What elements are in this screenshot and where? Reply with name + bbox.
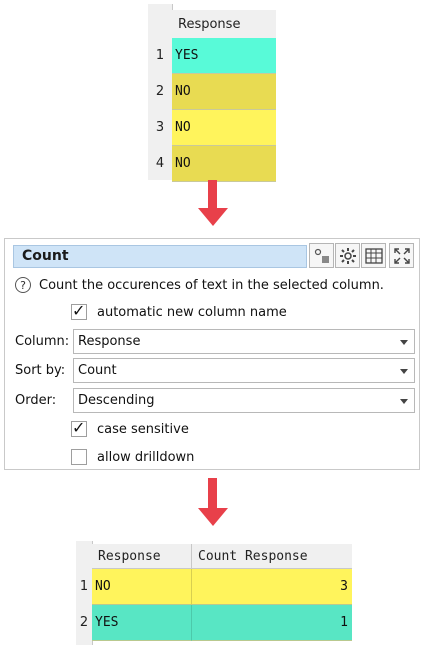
allow-drilldown-label: allow drilldown (97, 450, 195, 465)
help-text: Count the occurences of text in the sele… (39, 278, 384, 293)
table-cell-response[interactable]: NO (92, 569, 192, 605)
pin-button[interactable] (309, 243, 334, 268)
row-number: 2 (155, 84, 165, 99)
gear-icon (339, 247, 356, 264)
chevron-down-icon (400, 399, 408, 404)
auto-name-checkbox[interactable]: ✓ (71, 301, 87, 320)
table-cell-count[interactable]: 1 (192, 605, 352, 641)
panel-title: Count (22, 248, 69, 264)
table-cell-response[interactable]: YES (92, 605, 192, 641)
help-icon[interactable]: ? (15, 277, 31, 293)
input-table: Response 1 YES 2 NO 3 NO 4 NO (148, 4, 276, 182)
order-dropdown[interactable]: Descending (73, 388, 415, 413)
column-label: Column: (15, 334, 70, 349)
order-label: Order: (15, 393, 57, 408)
row-number: 3 (155, 120, 165, 135)
sortby-dropdown[interactable]: Count (73, 358, 415, 383)
pin-icon (314, 248, 329, 263)
chevron-down-icon (400, 340, 408, 345)
allow-drilldown-checkbox[interactable] (71, 449, 87, 465)
input-column-header[interactable]: Response (172, 10, 276, 40)
row-number: 1 (155, 48, 165, 63)
checkmark-icon: ✓ (72, 301, 86, 320)
order-value: Descending (78, 393, 155, 408)
column-dropdown[interactable]: Response (73, 329, 415, 354)
table-view-button[interactable] (361, 243, 386, 268)
row-number: 4 (155, 156, 165, 171)
table-row[interactable]: NO (172, 110, 276, 146)
sortby-value: Count (78, 363, 117, 378)
settings-button[interactable] (335, 243, 360, 268)
table-row[interactable]: NO (172, 74, 276, 110)
output-table: Response Count Response 1 NO 3 2 YES 1 (76, 541, 352, 645)
count-transform-panel: Count ? Count the occurences of text in … (4, 238, 420, 470)
table-cell-count[interactable]: 3 (192, 569, 352, 605)
panel-title-bar[interactable]: Count (13, 245, 307, 268)
table-icon (364, 247, 383, 264)
row-number: 2 (79, 615, 89, 630)
sortby-label: Sort by: (15, 363, 66, 378)
maximize-button[interactable] (389, 243, 414, 268)
auto-name-label: automatic new column name (97, 305, 287, 320)
checkmark-icon: ✓ (72, 418, 86, 437)
case-sensitive-checkbox[interactable]: ✓ (71, 418, 87, 437)
expand-icon (393, 247, 410, 264)
output-header-count[interactable]: Count Response (192, 544, 352, 569)
column-value: Response (78, 334, 141, 349)
table-row[interactable]: NO (172, 146, 276, 182)
table-row[interactable]: YES (172, 38, 276, 74)
output-header-response[interactable]: Response (92, 544, 192, 569)
row-number: 1 (79, 579, 89, 594)
chevron-down-icon (400, 369, 408, 374)
case-sensitive-label: case sensitive (97, 422, 189, 437)
